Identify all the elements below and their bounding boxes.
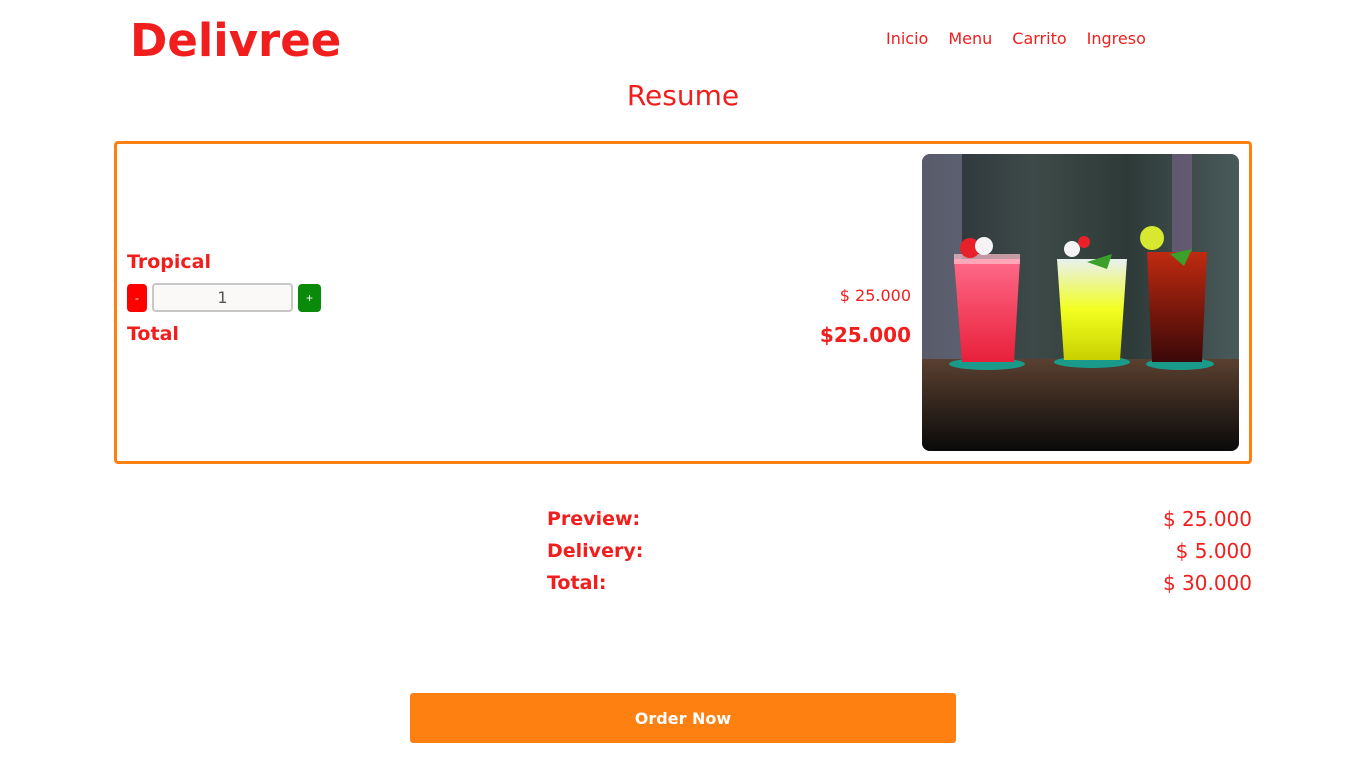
nav-item-menu[interactable]: Menu bbox=[948, 29, 992, 48]
summary-row-preview: Preview: $ 25.000 bbox=[547, 503, 1252, 535]
nav-item-ingreso[interactable]: Ingreso bbox=[1087, 29, 1146, 48]
nav-item-carrito[interactable]: Carrito bbox=[1012, 29, 1066, 48]
header: Delivree Inicio Menu Carrito Ingreso bbox=[0, 0, 1366, 80]
preview-label: Preview: bbox=[547, 508, 641, 530]
page-title: Resume bbox=[626, 79, 740, 112]
increase-quantity-button[interactable]: + bbox=[298, 283, 321, 312]
summary-row-total: Total: $ 30.000 bbox=[547, 567, 1252, 599]
preview-value: $ 25.000 bbox=[1162, 507, 1252, 531]
cart-item-card: Tropical - + $ 25.000 Total $25.000 bbox=[114, 141, 1252, 464]
summary-row-delivery: Delivery: $ 5.000 bbox=[547, 535, 1252, 567]
order-summary: Preview: $ 25.000 Delivery: $ 5.000 Tota… bbox=[547, 503, 1252, 599]
item-name: Tropical bbox=[127, 251, 212, 273]
order-now-button[interactable]: Order Now bbox=[410, 693, 956, 743]
cocktail-drinks-photo bbox=[922, 154, 1239, 451]
delivery-label: Delivery: bbox=[547, 540, 644, 562]
nav-item-inicio[interactable]: Inicio bbox=[886, 29, 928, 48]
total-label: Total: bbox=[547, 572, 607, 594]
quantity-stepper: - + bbox=[127, 283, 321, 312]
item-total-value: $25.000 bbox=[819, 323, 911, 347]
brand-logo[interactable]: Delivree bbox=[130, 14, 341, 67]
main-nav: Inicio Menu Carrito Ingreso bbox=[886, 29, 1146, 48]
delivery-value: $ 5.000 bbox=[1175, 539, 1252, 563]
item-total-label: Total bbox=[127, 323, 179, 345]
total-value: $ 30.000 bbox=[1162, 571, 1252, 595]
decrease-quantity-button[interactable]: - bbox=[127, 283, 147, 312]
item-unit-price: $ 25.000 bbox=[839, 286, 911, 305]
quantity-input[interactable] bbox=[152, 283, 293, 312]
